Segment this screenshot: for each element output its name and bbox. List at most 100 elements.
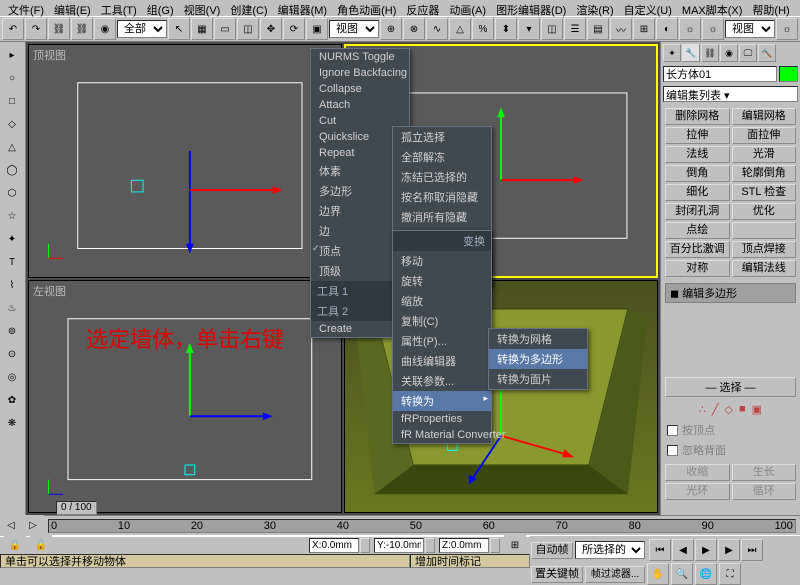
key-filters-button[interactable]: 帧过滤器... [585, 566, 645, 583]
mod-btn-2[interactable]: 拉伸 [665, 127, 730, 144]
create-tab[interactable]: ✦ [663, 44, 681, 62]
tab-button-17[interactable]: ❋ [1, 412, 23, 434]
ctx-frmaterial[interactable]: fR Material Converter [393, 427, 491, 443]
mod-btn-17[interactable]: 编辑法线 [732, 260, 797, 277]
subobj-poly-icon[interactable]: ■ [739, 403, 746, 416]
select-name-button[interactable]: ▦ [191, 18, 213, 40]
curve-editor-button[interactable]: 〰 [610, 18, 632, 40]
mirror-button[interactable]: ◫ [541, 18, 563, 40]
ctx-clone[interactable]: 复制(C) [393, 311, 491, 331]
tab-button-14[interactable]: ⊙ [1, 343, 23, 365]
mod-btn-8[interactable]: 细化 [665, 184, 730, 201]
menu-modifiers[interactable]: 编辑器(M) [274, 1, 332, 15]
tab-button-12[interactable]: ♨ [1, 297, 23, 319]
ctx-isolate[interactable]: 孤立选择 [393, 127, 491, 147]
snap-angle-button[interactable]: △ [449, 18, 471, 40]
mod-btn-7[interactable]: 轮廓倒角 [732, 165, 797, 182]
layers-button[interactable]: ▤ [587, 18, 609, 40]
key-filter-dropdown[interactable]: 所选择的 [575, 541, 645, 559]
ctx-frprops[interactable]: fRProperties [393, 411, 491, 427]
move-button[interactable]: ✥ [260, 18, 282, 40]
ignore-backfacing-checkbox[interactable] [667, 445, 678, 456]
menu-file[interactable]: 文件(F) [4, 1, 48, 15]
tab-button-10[interactable]: T [1, 251, 23, 273]
redo-button[interactable]: ↷ [25, 18, 47, 40]
ref-coord-dropdown[interactable]: 视图 [329, 20, 379, 38]
goto-start-button[interactable]: ⏮ [649, 539, 671, 561]
tab-button-1[interactable]: ▸ [1, 44, 23, 66]
tab-button-2[interactable]: ○ [1, 67, 23, 89]
play-button[interactable]: ▶ [695, 539, 717, 561]
ring-button[interactable]: 光环 [665, 483, 730, 500]
menu-tools[interactable]: 工具(T) [97, 1, 141, 15]
schematic-button[interactable]: ⊞ [633, 18, 655, 40]
menu-maxscript[interactable]: MAX脚本(X) [678, 1, 747, 15]
select-rect-button[interactable]: ▭ [214, 18, 236, 40]
rollout-selection[interactable]: — 选择 — [665, 377, 796, 397]
ctx-curve-editor[interactable]: 曲线编辑器 [393, 351, 491, 371]
nav-zoom-button[interactable]: 🔍 [671, 563, 693, 585]
ctx-convert-to[interactable]: 转换为 [393, 391, 491, 411]
pivot-button[interactable]: ⊕ [380, 18, 402, 40]
mod-btn-5[interactable]: 光滑 [732, 146, 797, 163]
nav-orbit-button[interactable]: 🌐 [695, 563, 717, 585]
menu-help[interactable]: 帮助(H) [748, 1, 793, 15]
selection-filter[interactable]: 全部 [117, 20, 167, 38]
menu-reactor[interactable]: 反应器 [402, 1, 443, 15]
unlink-button[interactable]: ⛓ [71, 18, 93, 40]
utilities-tab[interactable]: 🔨 [758, 44, 776, 62]
subobj-edge-icon[interactable]: ╱ [712, 403, 719, 416]
rollout-edit-poly[interactable]: ◼ 编辑多边形 [665, 283, 796, 303]
ctx-nurms[interactable]: NURMS Toggle [311, 49, 409, 65]
mod-btn-1[interactable]: 编辑网格 [732, 108, 797, 125]
menu-character[interactable]: 角色动画(H) [333, 1, 400, 15]
ctx-unhide-name[interactable]: 按名称取消隐藏 [393, 187, 491, 207]
named-sel-button[interactable]: ▾ [518, 18, 540, 40]
mod-btn-3[interactable]: 面拉伸 [732, 127, 797, 144]
ctx-scale[interactable]: 缩放 [393, 291, 491, 311]
ctx-rotate[interactable]: 旋转 [393, 271, 491, 291]
scale-button[interactable]: ▣ [306, 18, 328, 40]
object-color-swatch[interactable] [779, 66, 798, 82]
tab-button-4[interactable]: ◇ [1, 113, 23, 135]
display-tab[interactable]: 🖵 [739, 44, 757, 62]
ctx-to-patch[interactable]: 转换为面片 [489, 369, 587, 389]
mod-btn-0[interactable]: 删除网格 [665, 108, 730, 125]
quick-render-button[interactable]: ☼ [702, 18, 724, 40]
undo-button[interactable]: ↶ [2, 18, 24, 40]
ctx-collapse[interactable]: Collapse [311, 81, 409, 97]
menu-render[interactable]: 渲染(R) [572, 1, 617, 15]
mod-btn-9[interactable]: STL 检查 [732, 184, 797, 201]
bind-button[interactable]: ◉ [94, 18, 116, 40]
ctx-unhide-all[interactable]: 撤消所有隐藏 [393, 207, 491, 227]
ctx-to-poly[interactable]: 转换为多边形 [489, 349, 587, 369]
ctx-properties[interactable]: 属性(P)... [393, 331, 491, 351]
ctx-wire-params[interactable]: 关联参数... [393, 371, 491, 391]
tab-button-9[interactable]: ✦ [1, 228, 23, 250]
subobj-border-icon[interactable]: ◇ [725, 403, 733, 416]
goto-end-button[interactable]: ⏭ [741, 539, 763, 561]
object-name-input[interactable] [663, 66, 777, 82]
render-dropdown[interactable]: 视图 [725, 20, 775, 38]
menu-create[interactable]: 创建(C) [226, 1, 271, 15]
material-editor-button[interactable]: ◐ [656, 18, 678, 40]
ctx-freeze-sel[interactable]: 冻结已选择的 [393, 167, 491, 187]
menu-edit[interactable]: 编辑(E) [50, 1, 95, 15]
nav-pan-button[interactable]: ✋ [647, 563, 669, 585]
modify-tab[interactable]: 🔧 [682, 44, 700, 62]
loop-button[interactable]: 循环 [732, 483, 797, 500]
modifier-list-dropdown[interactable]: 编辑集列表 ▾ [663, 86, 798, 102]
tab-button-11[interactable]: ⌇ [1, 274, 23, 296]
autokey-button[interactable]: 自动帧 [531, 542, 573, 559]
coord-x-spinner[interactable] [360, 538, 370, 553]
mod-btn-6[interactable]: 倒角 [665, 165, 730, 182]
tab-button-16[interactable]: ✿ [1, 389, 23, 411]
mod-btn-11[interactable]: 优化 [732, 203, 797, 220]
snap-percent-button[interactable]: % [472, 18, 494, 40]
subobj-vertex-icon[interactable]: ∴ [699, 403, 706, 416]
rotate-button[interactable]: ⟳ [283, 18, 305, 40]
window-crossing-button[interactable]: ◫ [237, 18, 259, 40]
tab-button-13[interactable]: ⊚ [1, 320, 23, 342]
render-scene-button[interactable]: ☼ [679, 18, 701, 40]
coord-x-input[interactable] [309, 538, 359, 553]
